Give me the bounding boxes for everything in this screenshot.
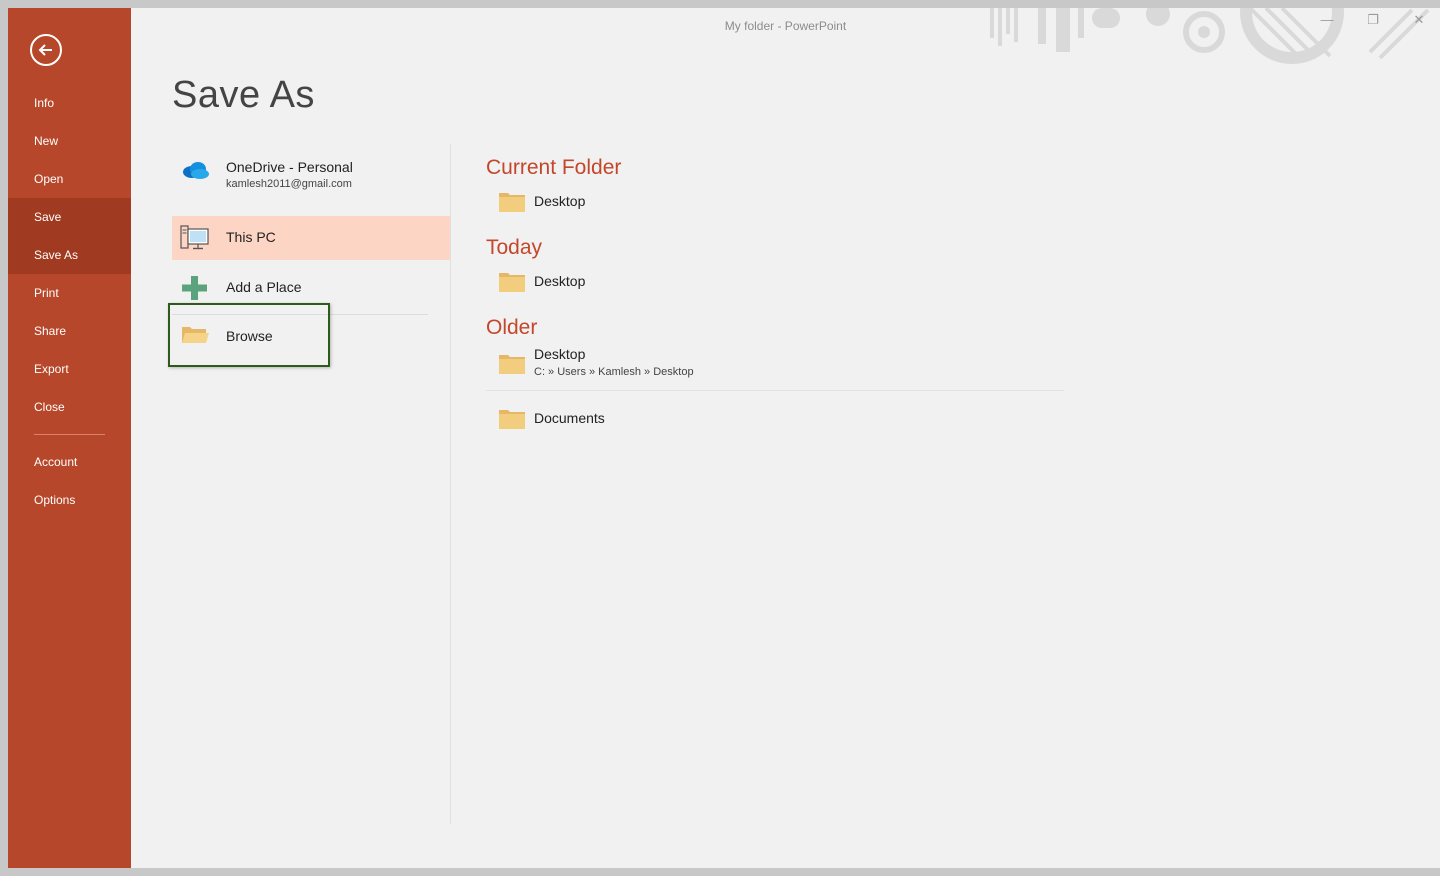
nav-divider <box>34 434 105 435</box>
location-this-pc[interactable]: This PC <box>172 216 450 260</box>
folder-item[interactable]: Desktop C: » Users » Kamlesh » Desktop <box>486 344 1064 390</box>
location-name: Add a Place <box>226 279 302 295</box>
nav-print[interactable]: Print <box>8 274 131 312</box>
plus-icon <box>182 276 207 300</box>
folder-item[interactable]: Documents <box>486 401 1064 453</box>
cloud-icon <box>183 162 209 179</box>
backstage-nav: Info New Open Save Save As Print Share E… <box>8 84 131 519</box>
nav-account[interactable]: Account <box>8 443 131 481</box>
folder-path: C: » Users » Kamlesh » Desktop <box>534 366 694 378</box>
nav-open[interactable]: Open <box>8 160 131 198</box>
location-name: OneDrive - Personal <box>226 159 353 175</box>
folder-icon <box>499 410 525 429</box>
nav-save-as[interactable]: Save As <box>8 236 131 274</box>
group-title-older: Older <box>486 316 538 339</box>
nav-export[interactable]: Export <box>8 350 131 388</box>
nav-options[interactable]: Options <box>8 481 131 519</box>
folder-icon <box>499 273 525 292</box>
folder-name: Desktop <box>534 346 586 362</box>
folder-item[interactable]: Desktop <box>486 184 1064 236</box>
group-title-today: Today <box>486 236 543 259</box>
close-window-icon[interactable]: ✕ <box>1410 12 1428 28</box>
nav-info[interactable]: Info <box>8 84 131 122</box>
back-button[interactable] <box>30 34 62 66</box>
folder-icon <box>499 193 525 212</box>
group-title-current: Current Folder <box>486 156 622 179</box>
location-name: This PC <box>226 229 276 245</box>
location-onedrive[interactable]: OneDrive - Personal kamlesh2011@gmail.co… <box>172 148 450 192</box>
location-browse[interactable]: Browse <box>168 303 330 367</box>
recent-folders: Current Folder Desktop Today Desktop Old… <box>486 156 1064 453</box>
folder-icon <box>499 355 525 374</box>
column-divider <box>450 144 451 824</box>
minimize-icon[interactable]: — <box>1318 12 1336 28</box>
folder-name: Desktop <box>534 273 586 289</box>
page-title: Save As <box>172 74 315 116</box>
powerpoint-window: Info New Open Save Save As Print Share E… <box>8 8 1440 868</box>
folder-name: Documents <box>534 410 605 426</box>
backstage-sidebar: Info New Open Save Save As Print Share E… <box>8 8 131 868</box>
save-locations: OneDrive - Personal kamlesh2011@gmail.co… <box>172 148 450 315</box>
restore-icon[interactable]: ❐ <box>1364 12 1382 28</box>
folder-name: Desktop <box>534 193 586 209</box>
nav-close[interactable]: Close <box>8 388 131 426</box>
browse-label: Browse <box>226 328 273 344</box>
folder-item[interactable]: Desktop <box>486 264 1064 316</box>
window-controls: — ❐ ✕ <box>1318 12 1428 28</box>
nav-share[interactable]: Share <box>8 312 131 350</box>
nav-save[interactable]: Save <box>8 198 131 236</box>
folder-divider <box>486 390 1064 391</box>
nav-new[interactable]: New <box>8 122 131 160</box>
computer-icon <box>180 225 209 250</box>
location-account: kamlesh2011@gmail.com <box>226 178 352 190</box>
back-arrow-icon <box>38 44 52 56</box>
open-folder-icon <box>182 327 209 343</box>
